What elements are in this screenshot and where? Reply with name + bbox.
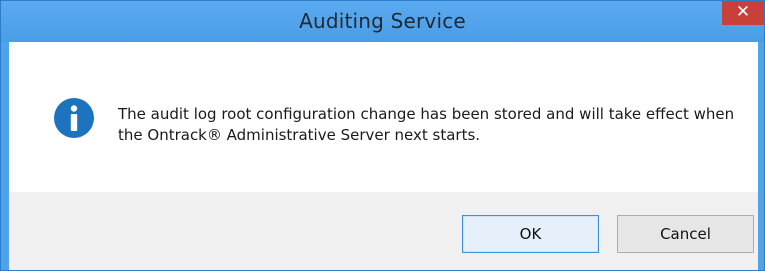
- cancel-button[interactable]: Cancel: [617, 215, 754, 253]
- ok-button[interactable]: OK: [462, 215, 599, 253]
- info-icon: [54, 98, 94, 138]
- message-area: The audit log root configuration change …: [9, 42, 758, 192]
- message-text: The audit log root configuration change …: [118, 105, 735, 144]
- window-title: Auditing Service: [299, 9, 466, 33]
- title-bar[interactable]: Auditing Service ✕: [1, 1, 764, 42]
- button-bar: OK Cancel: [9, 192, 758, 270]
- close-icon: ✕: [735, 2, 751, 22]
- close-button[interactable]: ✕: [722, 1, 764, 25]
- dialog-window: Auditing Service ✕ The audit log root co…: [0, 0, 765, 271]
